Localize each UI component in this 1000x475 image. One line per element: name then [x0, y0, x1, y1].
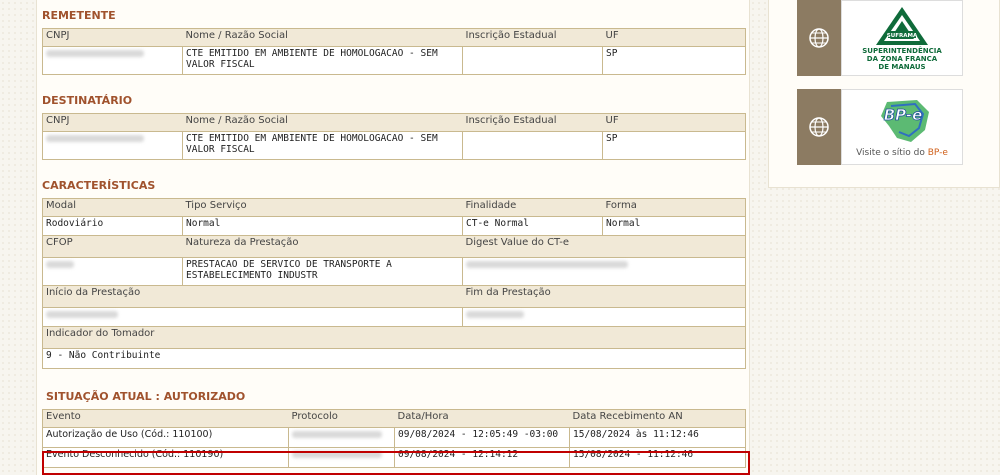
- suframa-banner[interactable]: SUFRAMA SUPERINTENDÊNCIA DA ZONA FRANCA …: [797, 0, 963, 76]
- cnpj-value: [42, 131, 183, 160]
- destinatario-title: DESTINATÁRIO: [42, 94, 133, 107]
- tomador-value: 9 - Não Contribuinte: [42, 348, 746, 369]
- finalidade-label: Finalidade: [465, 200, 517, 211]
- protocolo-value: [288, 427, 395, 448]
- table-row: Autorização de Uso (Cód.: 110100) 09/08/…: [42, 427, 746, 448]
- tipo-servico-value: Normal: [182, 216, 463, 236]
- redacted-value: [46, 261, 74, 268]
- globe-icon: [797, 0, 841, 76]
- evento-link[interactable]: Autorização de Uso (Cód.: 110100): [42, 427, 289, 448]
- destinatario-table: CNPJ Nome / Razão Social Inscrição Estad…: [42, 113, 746, 160]
- fim-label: Fim da Prestação: [465, 287, 551, 298]
- bpe-logo: BP-e Visite o sítio do BP-e: [841, 89, 963, 165]
- remetente-table: CNPJ Nome / Razão Social Inscrição Estad…: [42, 28, 746, 75]
- svg-text:SUFRAMA: SUFRAMA: [887, 33, 918, 39]
- forma-value: Normal: [602, 216, 746, 236]
- table-row: Evento Desconhecido (Cód.: 110190) 09/08…: [42, 447, 746, 468]
- modal-label: Modal: [46, 200, 76, 211]
- data-hora-value: 09/08/2024 - 12:05:49 -03:00: [394, 427, 570, 448]
- data-hora-header: Data/Hora: [397, 411, 449, 422]
- cnpj-label: CNPJ: [46, 115, 70, 126]
- bpe-link[interactable]: BP-e: [928, 148, 948, 158]
- nome-value: CTE EMITIDO EM AMBIENTE DE HOMOLOGACAO -…: [182, 46, 463, 75]
- protocolo-header: Protocolo: [291, 411, 338, 422]
- cfop-label: CFOP: [46, 237, 73, 248]
- data-hora-value: 09/08/2024 - 12:14:12: [394, 447, 570, 468]
- globe-icon: [797, 89, 841, 165]
- remetente-title: REMETENTE: [42, 9, 116, 22]
- nome-label: Nome / Razão Social: [185, 115, 288, 126]
- uf-value: SP: [602, 131, 746, 160]
- suframa-line: DE MANAUS: [878, 63, 926, 71]
- redacted-value: [292, 431, 382, 438]
- suframa-line: DA ZONA FRANCA: [866, 55, 938, 63]
- bpe-map-icon: BP-e: [881, 100, 929, 142]
- ie-label: Inscrição Estadual: [465, 115, 557, 126]
- ie-value: [462, 131, 603, 160]
- finalidade-value: CT-e Normal: [462, 216, 603, 236]
- situacao-title: SITUAÇÃO ATUAL : AUTORIZADO: [46, 390, 246, 403]
- bpe-visit-prefix: Visite o sítio do: [856, 148, 928, 158]
- ie-value: [462, 46, 603, 75]
- natureza-value: PRESTACAO DE SERVICO DE TRANSPORTE A EST…: [182, 257, 463, 286]
- eventos-table: Evento Protocolo Data/Hora Data Recebime…: [42, 409, 746, 468]
- tipo-servico-label: Tipo Serviço: [185, 200, 247, 211]
- recebimento-value: 15/08/2024 - 11:12:46: [569, 447, 746, 468]
- uf-label: UF: [605, 30, 619, 41]
- protocolo-value: [288, 447, 395, 468]
- modal-value: Rodoviário: [42, 216, 183, 236]
- natureza-label: Natureza da Prestação: [185, 237, 299, 248]
- cfop-value: [42, 257, 183, 286]
- svg-text:BP-e: BP-e: [884, 106, 923, 124]
- redacted-value: [466, 311, 524, 318]
- fim-value: [462, 307, 746, 327]
- redacted-value: [292, 451, 382, 458]
- uf-value: SP: [602, 46, 746, 75]
- inicio-label: Início da Prestação: [46, 287, 141, 298]
- recebimento-header: Data Recebimento AN: [572, 411, 683, 422]
- uf-label: UF: [605, 115, 619, 126]
- digest-label: Digest Value do CT-e: [465, 237, 570, 248]
- evento-link[interactable]: Evento Desconhecido (Cód.: 110190): [42, 447, 289, 468]
- redacted-value: [46, 311, 118, 318]
- caracteristicas-table: Modal Tipo Serviço Finalidade Forma Rodo…: [42, 198, 746, 369]
- cnpj-value: [42, 46, 183, 75]
- suframa-triangle-icon: SUFRAMA: [876, 7, 928, 45]
- evento-header: Evento: [46, 411, 81, 422]
- suframa-line: SUPERINTENDÊNCIA: [862, 47, 942, 55]
- sidebar-panel: SUFRAMA SUPERINTENDÊNCIA DA ZONA FRANCA …: [768, 0, 1000, 188]
- ie-label: Inscrição Estadual: [465, 30, 557, 41]
- redacted-value: [46, 135, 144, 142]
- redacted-value: [466, 261, 628, 268]
- recebimento-value: 15/08/2024 às 11:12:46: [569, 427, 746, 448]
- cnpj-label: CNPJ: [46, 30, 70, 41]
- bpe-banner[interactable]: BP-e Visite o sítio do BP-e: [797, 89, 963, 165]
- bpe-visit-text: Visite o sítio do BP-e: [856, 148, 948, 158]
- redacted-value: [46, 50, 144, 57]
- nome-value: CTE EMITIDO EM AMBIENTE DE HOMOLOGACAO -…: [182, 131, 463, 160]
- caracteristicas-title: CARACTERÍSTICAS: [42, 179, 156, 192]
- tomador-label: Indicador do Tomador: [46, 328, 155, 339]
- forma-label: Forma: [605, 200, 637, 211]
- suframa-logo: SUFRAMA SUPERINTENDÊNCIA DA ZONA FRANCA …: [841, 0, 963, 76]
- inicio-value: [42, 307, 463, 327]
- digest-value: [462, 257, 746, 286]
- nome-label: Nome / Razão Social: [185, 30, 288, 41]
